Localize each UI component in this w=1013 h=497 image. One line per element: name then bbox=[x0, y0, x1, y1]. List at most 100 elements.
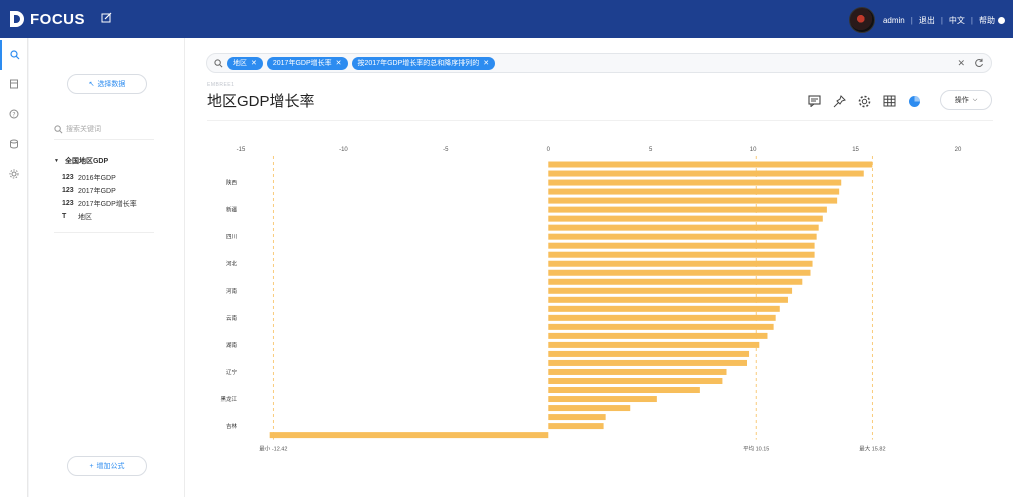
rail-help[interactable]: ? bbox=[0, 99, 28, 129]
y-category-label: 河北 bbox=[226, 260, 238, 268]
y-category-label: 湖南 bbox=[226, 341, 238, 349]
main-panel: 地区 ✕ 2017年GDP增长率 ✕ 按2017年GDP增长率的总和降序排列的 ✕ ✕… bbox=[185, 38, 1013, 497]
language-link[interactable]: 中文 bbox=[949, 15, 965, 26]
bar bbox=[548, 305, 780, 312]
comment-button[interactable] bbox=[805, 93, 823, 109]
chip-close-icon[interactable]: ✕ bbox=[483, 59, 489, 67]
chip-close-icon[interactable]: ✕ bbox=[251, 59, 257, 67]
field-item[interactable]: T 地区 bbox=[62, 210, 137, 223]
logout-link[interactable]: 退出 bbox=[919, 15, 935, 26]
divider: | bbox=[970, 15, 973, 25]
chart-toolbar bbox=[805, 93, 930, 109]
number-type-icon: 123 bbox=[62, 200, 74, 207]
field-item[interactable]: 123 2017年GDP bbox=[62, 184, 137, 197]
search-bar[interactable]: 地区 ✕ 2017年GDP增长率 ✕ 按2017年GDP增长率的总和降序排列的 ✕ ✕ bbox=[206, 53, 992, 73]
comment-icon bbox=[807, 95, 821, 107]
y-category-label: 吉林 bbox=[226, 422, 238, 430]
pin-button[interactable] bbox=[830, 93, 848, 109]
filter-chip[interactable]: 2017年GDP增长率 ✕ bbox=[266, 56, 348, 70]
select-data-button[interactable]: ↖ 选择数据 bbox=[67, 74, 147, 94]
plus-icon: + bbox=[89, 462, 94, 470]
refresh-icon[interactable] bbox=[974, 58, 984, 68]
x-tick-label: -5 bbox=[443, 147, 449, 153]
chip-label: 2017年GDP增长率 bbox=[272, 60, 332, 67]
database-icon bbox=[10, 139, 18, 149]
tree-root[interactable]: ▼ 全国地区GDP bbox=[54, 156, 137, 166]
clear-icon[interactable]: ✕ bbox=[957, 58, 965, 69]
chart-type-button[interactable] bbox=[905, 93, 923, 109]
divider bbox=[54, 232, 154, 233]
bar bbox=[548, 377, 723, 384]
username[interactable]: admin bbox=[883, 16, 905, 25]
bar bbox=[548, 414, 606, 421]
bar bbox=[548, 359, 747, 366]
bar bbox=[548, 396, 657, 403]
bar bbox=[548, 215, 823, 222]
y-category-label: 辽宁 bbox=[226, 368, 238, 376]
settings-button[interactable] bbox=[855, 93, 873, 109]
help-link[interactable]: 帮助 bbox=[979, 15, 995, 26]
y-category-label: 四川 bbox=[226, 234, 237, 241]
gear-icon bbox=[9, 169, 19, 179]
bar bbox=[548, 332, 768, 339]
x-tick-label: 0 bbox=[547, 147, 551, 153]
bar bbox=[548, 260, 813, 267]
text-type-icon: T bbox=[62, 213, 67, 220]
search-placeholder: 搜索关键词 bbox=[66, 126, 101, 133]
y-category-label: 云南 bbox=[226, 314, 238, 322]
bar bbox=[548, 179, 842, 186]
bar bbox=[269, 432, 549, 439]
logo[interactable]: FOCUS bbox=[9, 10, 85, 28]
bar bbox=[548, 287, 793, 294]
filter-chip[interactable]: 按2017年GDP增长率的总和降序排列的 ✕ bbox=[351, 56, 496, 70]
add-formula-button[interactable]: + 增加公式 bbox=[67, 456, 147, 476]
table-view-button[interactable] bbox=[880, 93, 898, 109]
bar bbox=[548, 368, 727, 375]
bar bbox=[548, 387, 700, 394]
bar bbox=[548, 161, 873, 168]
field-item[interactable]: 123 2017年GDP增长率 bbox=[62, 197, 137, 210]
bar bbox=[548, 350, 750, 357]
svg-text:?: ? bbox=[12, 112, 15, 119]
bar bbox=[548, 269, 811, 276]
bar bbox=[548, 224, 819, 231]
x-tick-label: -10 bbox=[339, 147, 348, 153]
chip-close-icon[interactable]: ✕ bbox=[336, 59, 342, 67]
app-name: FOCUS bbox=[30, 10, 85, 28]
help-dot-icon bbox=[998, 16, 1005, 24]
reference-label: 最大 15.82 bbox=[859, 445, 885, 453]
bar bbox=[548, 251, 815, 258]
avatar[interactable] bbox=[848, 7, 875, 33]
edit-icon[interactable] bbox=[101, 12, 112, 23]
operate-label: 操作 bbox=[954, 97, 969, 104]
field-label: 2017年GDP增长率 bbox=[78, 200, 137, 208]
search-icon bbox=[10, 50, 20, 60]
divider: | bbox=[910, 15, 913, 25]
table-icon bbox=[883, 95, 895, 107]
bar bbox=[548, 206, 827, 213]
divider bbox=[207, 120, 993, 121]
rail-board[interactable] bbox=[0, 69, 28, 99]
divider: | bbox=[940, 15, 943, 25]
x-tick-label: 20 bbox=[955, 147, 962, 153]
field-tree: ▼ 全国地区GDP 123 2016年GDP 123 2017年GDP 123 … bbox=[54, 156, 137, 223]
page-title: 地区GDP增长率 bbox=[207, 93, 315, 110]
field-label: 地区 bbox=[78, 213, 92, 221]
filter-chip[interactable]: 地区 ✕ bbox=[227, 56, 263, 70]
field-item[interactable]: 123 2016年GDP bbox=[62, 171, 137, 184]
bar bbox=[548, 296, 788, 303]
select-data-label: 选择数据 bbox=[97, 81, 126, 88]
keyword-search[interactable]: 搜索关键词 bbox=[54, 124, 154, 140]
bar bbox=[548, 423, 604, 430]
rail-settings[interactable] bbox=[0, 159, 28, 189]
rail-search[interactable] bbox=[0, 40, 28, 70]
select-data-arrow-icon: ↖ bbox=[88, 81, 95, 88]
focus-logo-icon bbox=[10, 11, 24, 27]
y-category-label: 陕西 bbox=[226, 179, 238, 187]
pie-chart-icon bbox=[908, 95, 920, 107]
gear-icon bbox=[858, 95, 870, 107]
operate-button[interactable]: 操作 ⌵ bbox=[940, 90, 992, 110]
rail-data[interactable] bbox=[0, 129, 28, 159]
tree-root-label: 全国地区GDP bbox=[64, 158, 109, 165]
bar bbox=[548, 233, 817, 240]
